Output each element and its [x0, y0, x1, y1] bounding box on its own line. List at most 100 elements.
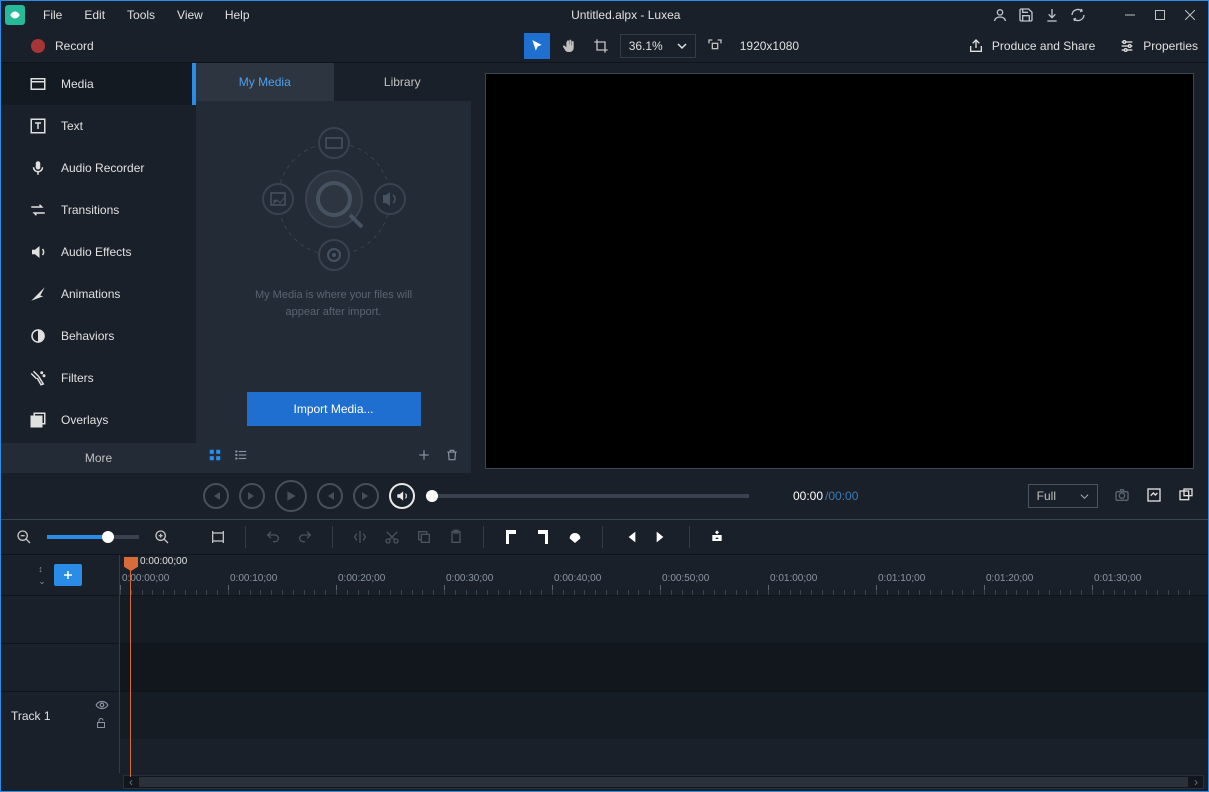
- ruler-tick: 0:00:20;00: [336, 573, 444, 595]
- produce-share-label: Produce and Share: [992, 39, 1095, 53]
- marker-button[interactable]: [566, 528, 584, 546]
- timeline: ↕⌄ 0:00:00;00 0:00:00;000:00:10;000:00:2…: [1, 555, 1208, 791]
- undo-button[interactable]: [264, 528, 282, 546]
- track-visibility-button[interactable]: [95, 699, 109, 713]
- ruler-tick: 0:01:10;00: [876, 573, 984, 595]
- menu-tools[interactable]: Tools: [117, 4, 165, 26]
- chevron-down-icon: [677, 41, 687, 51]
- list-view-button[interactable]: [234, 448, 248, 465]
- crop-tool-button[interactable]: [588, 33, 614, 59]
- zoom-out-button[interactable]: [15, 528, 33, 546]
- sidebar-item-label: Transitions: [61, 203, 119, 217]
- playhead[interactable]: [124, 557, 138, 571]
- menu-bar: File Edit Tools View Help Untitled.alpx …: [1, 1, 1208, 29]
- split-button[interactable]: [351, 528, 369, 546]
- menu-view[interactable]: View: [167, 4, 213, 26]
- scroll-right-button[interactable]: ›: [1189, 776, 1203, 788]
- play-button[interactable]: [275, 480, 307, 512]
- zoom-dropdown[interactable]: 36.1%: [620, 34, 696, 58]
- fit-screen-button[interactable]: [702, 33, 728, 59]
- track-row[interactable]: [120, 691, 1208, 739]
- paste-button[interactable]: [447, 528, 465, 546]
- sidebar-item-transitions[interactable]: Transitions: [1, 189, 196, 231]
- mic-icon: [29, 159, 47, 177]
- next-frame-button[interactable]: [239, 483, 265, 509]
- scroll-left-button[interactable]: ‹: [124, 776, 138, 788]
- track-row[interactable]: [120, 595, 1208, 643]
- timeline-scrollbar[interactable]: ‹ ›: [1, 773, 1208, 791]
- hand-tool-button[interactable]: [556, 33, 582, 59]
- window-close-button[interactable]: [1176, 5, 1204, 25]
- cut-button[interactable]: [383, 528, 401, 546]
- window-title: Untitled.alpx - Luxea: [260, 8, 992, 22]
- sidebar-item-audio-recorder[interactable]: Audio Recorder: [1, 147, 196, 189]
- animations-icon: [29, 285, 47, 303]
- go-to-start-button[interactable]: [621, 528, 639, 546]
- mark-out-button[interactable]: [534, 528, 552, 546]
- behaviors-icon: [29, 327, 47, 345]
- add-media-button[interactable]: [417, 448, 431, 465]
- record-button[interactable]: Record: [55, 39, 94, 53]
- account-icon[interactable]: [992, 7, 1008, 23]
- prev-frame-button[interactable]: [203, 483, 229, 509]
- filters-icon: [29, 369, 47, 387]
- go-end-button[interactable]: [353, 483, 379, 509]
- go-to-end-button[interactable]: [653, 528, 671, 546]
- grid-view-button[interactable]: [208, 448, 222, 465]
- sidebar-more-button[interactable]: More: [1, 443, 196, 473]
- import-media-button[interactable]: Import Media...: [247, 392, 421, 426]
- sidebar-item-label: Audio Recorder: [61, 161, 144, 175]
- properties-button[interactable]: Properties: [1119, 38, 1198, 54]
- menu-help[interactable]: Help: [215, 4, 260, 26]
- snap-button[interactable]: [708, 528, 726, 546]
- timeline-zoom-slider[interactable]: [47, 535, 139, 539]
- transitions-icon: [29, 201, 47, 219]
- go-start-button[interactable]: [317, 483, 343, 509]
- track-lock-button[interactable]: [95, 717, 109, 732]
- record-indicator-icon: [31, 39, 45, 53]
- zoom-in-button[interactable]: [153, 528, 171, 546]
- window-minimize-button[interactable]: [1116, 5, 1144, 25]
- track-height-controls[interactable]: ↕⌄: [38, 564, 46, 587]
- scroll-thumb[interactable]: [139, 777, 1188, 787]
- sidebar-item-audio-effects[interactable]: Audio Effects: [1, 231, 196, 273]
- volume-button[interactable]: [389, 483, 415, 509]
- sidebar-item-text[interactable]: Text: [1, 105, 196, 147]
- detach-preview-button[interactable]: [1178, 487, 1194, 506]
- timeline-ruler[interactable]: 0:00:00;00 0:00:00;000:00:10;000:00:20;0…: [119, 555, 1208, 595]
- sidebar-item-label: Animations: [61, 287, 120, 301]
- playback-seek-slider[interactable]: [429, 494, 749, 498]
- save-icon[interactable]: [1018, 7, 1034, 23]
- fit-timeline-button[interactable]: [209, 528, 227, 546]
- snapshot-button[interactable]: [1114, 487, 1130, 506]
- sidebar-item-behaviors[interactable]: Behaviors: [1, 315, 196, 357]
- sidebar-item-label: Audio Effects: [61, 245, 132, 259]
- window-maximize-button[interactable]: [1146, 5, 1174, 25]
- tab-library[interactable]: Library: [334, 63, 472, 101]
- pointer-tool-button[interactable]: [524, 33, 550, 59]
- track-row[interactable]: [120, 643, 1208, 691]
- redo-button[interactable]: [296, 528, 314, 546]
- ruler-tick: 0:00:00;00: [120, 573, 228, 595]
- view-mode-label: Full: [1037, 489, 1056, 503]
- preview-viewport[interactable]: [485, 73, 1194, 469]
- media-hint: My Media is where your files will appear…: [255, 287, 412, 320]
- menu-edit[interactable]: Edit: [74, 4, 115, 26]
- add-track-button[interactable]: [54, 564, 82, 586]
- sidebar-item-media[interactable]: Media: [1, 63, 196, 105]
- cloud-sync-icon[interactable]: [1070, 7, 1086, 23]
- tab-my-media[interactable]: My Media: [196, 63, 334, 101]
- produce-share-button[interactable]: Produce and Share: [968, 38, 1095, 54]
- sidebar-item-animations[interactable]: Animations: [1, 273, 196, 315]
- sidebar-item-filters[interactable]: Filters: [1, 357, 196, 399]
- download-icon[interactable]: [1044, 7, 1060, 23]
- sidebar-item-overlays[interactable]: Overlays: [1, 399, 196, 441]
- delete-media-button[interactable]: [445, 448, 459, 465]
- mark-in-button[interactable]: [502, 528, 520, 546]
- playhead-time-label: 0:00:00;00: [140, 556, 187, 567]
- copy-button[interactable]: [415, 528, 433, 546]
- menu-file[interactable]: File: [33, 4, 72, 26]
- fullscreen-button[interactable]: [1146, 487, 1162, 506]
- sidebar-item-label: Overlays: [61, 413, 108, 427]
- view-mode-dropdown[interactable]: Full: [1028, 484, 1098, 508]
